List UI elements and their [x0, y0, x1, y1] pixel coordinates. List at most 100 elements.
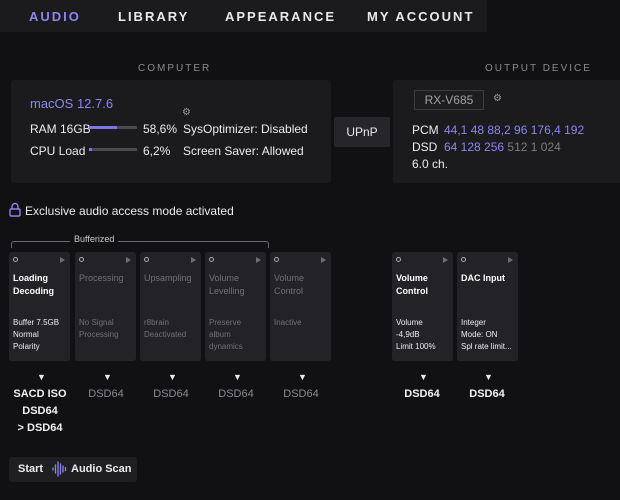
stage-format: DSD64	[136, 386, 206, 403]
pipeline-card[interactable]: Volume Levelling Preserve album dynamics	[205, 252, 266, 361]
bufferized-bracket	[11, 241, 269, 248]
card-detail-line: album	[209, 330, 231, 339]
card-detail-line: Polarity	[13, 342, 40, 351]
card-detail-line: Preserve	[209, 318, 242, 327]
card-title-line: Volume	[209, 273, 240, 283]
down-arrow-icon: ▼	[103, 372, 112, 382]
format-line: DSD64	[469, 388, 505, 400]
start-audio-scan-button[interactable]: Start Audio Scan	[9, 457, 137, 482]
pipeline-card[interactable]: Volume Control Inactive	[270, 252, 331, 361]
tab-appearance[interactable]: APPEARANCE	[225, 9, 336, 24]
format-line: SACD ISO	[13, 388, 67, 400]
pipeline-card[interactable]: Loading Decoding Buffer 7.5GB Normal Polarit…	[9, 252, 70, 361]
card-title: Volume Levelling	[209, 272, 245, 298]
upnp-button[interactable]: UPnP	[334, 117, 390, 147]
card-title: Upsampling	[144, 272, 192, 285]
tab-bar: AUDIO LIBRARY APPEARANCE MY ACCOUNT	[0, 0, 487, 32]
exclusive-mode-message: Exclusive audio access mode activated	[25, 204, 234, 218]
cpu-usage-value: 6,2%	[143, 144, 171, 158]
card-detail-line: Mode: ON	[461, 330, 498, 339]
stage-format: DSD64	[387, 386, 457, 403]
card-title-line: Control	[396, 286, 428, 296]
status-ring-icon	[79, 257, 84, 262]
card-detail-line: Limit 100%	[396, 342, 436, 351]
dsd-rates: 64 128 256 512 1 024	[444, 140, 561, 154]
bufferized-label: Bufferized	[70, 234, 119, 244]
dsd-label: DSD	[412, 140, 438, 154]
tab-my-account[interactable]: MY ACCOUNT	[367, 9, 474, 24]
computer-section-title: COMPUTER	[138, 63, 212, 74]
dsd-supported-rates: 64 128 256	[444, 140, 505, 154]
card-title: Volume Control	[396, 272, 428, 298]
ram-label: RAM 16GB	[30, 122, 91, 136]
pcm-label: PCM	[412, 123, 439, 137]
format-line: DSD64	[283, 388, 319, 400]
status-ring-icon	[209, 257, 214, 262]
down-arrow-icon: ▼	[484, 372, 493, 382]
down-arrow-icon: ▼	[233, 372, 242, 382]
format-line: DSD64	[153, 388, 189, 400]
card-detail-line: Processing	[79, 330, 119, 339]
card-title-line: Volume	[274, 273, 305, 283]
down-arrow-icon: ▼	[168, 372, 177, 382]
status-ring-icon	[144, 257, 149, 262]
play-icon	[256, 257, 261, 263]
card-title: Volume Control	[274, 272, 304, 298]
card-detail-line: -4,9dB	[396, 330, 420, 339]
down-arrow-icon: ▼	[37, 372, 46, 382]
stage-format: DSD64	[452, 386, 522, 403]
pipeline-card[interactable]: Processing No Signal Processing	[75, 252, 136, 361]
play-icon	[191, 257, 196, 263]
card-detail-line: Buffer 7.5GB	[13, 318, 60, 327]
card-detail-line: Normal	[13, 330, 39, 339]
card-title: DAC Input	[461, 272, 505, 285]
tab-audio[interactable]: AUDIO	[29, 9, 81, 24]
card-detail-line: Volume	[396, 318, 423, 327]
status-ring-icon	[274, 257, 279, 262]
card-details: Preserve album dynamics	[209, 317, 243, 353]
card-details: r8brain Deactivated	[144, 317, 186, 341]
card-detail-line: Inactive	[274, 318, 302, 327]
card-title-line: DAC Input	[461, 273, 505, 283]
output-device-selector[interactable]: RX-V685	[414, 90, 484, 110]
play-icon	[508, 257, 513, 263]
card-title-line: Control	[274, 286, 304, 296]
screensaver-status: Screen Saver: Allowed	[183, 144, 304, 158]
device-settings-gear-icon[interactable]: ⚙	[493, 93, 502, 104]
ram-usage-bar	[89, 126, 137, 129]
format-line: DSD64	[404, 388, 440, 400]
card-title-line: Processing	[79, 273, 124, 283]
card-title-line: Upsampling	[144, 273, 192, 283]
sysoptimizer-status: SysOptimizer: Disabled	[183, 122, 308, 136]
card-detail-line: dynamics	[209, 342, 243, 351]
lock-icon	[9, 202, 21, 222]
card-title: Loading Decoding	[13, 272, 54, 298]
card-detail-line: Deactivated	[144, 330, 187, 339]
card-detail-line: No Signal	[79, 318, 114, 327]
card-details: Integer Mode: ON Spl rate limit...	[461, 317, 512, 353]
down-arrow-icon: ▼	[419, 372, 428, 382]
cpu-usage-bar	[89, 148, 137, 151]
card-detail-line: Integer	[461, 318, 486, 327]
card-title-line: Levelling	[209, 286, 245, 296]
play-icon	[126, 257, 131, 263]
dsd-unsupported-rates: 512 1 024	[507, 140, 561, 154]
ram-usage-value: 58,6%	[143, 122, 178, 136]
pipeline-card[interactable]: Upsampling r8brain Deactivated	[140, 252, 201, 361]
down-arrow-icon: ▼	[298, 372, 307, 382]
card-title-line: Decoding	[13, 286, 55, 296]
audio-waveform-icon	[51, 460, 69, 483]
card-title-line: Loading	[13, 273, 48, 283]
status-ring-icon	[13, 257, 18, 262]
cpu-label: CPU Load	[30, 144, 86, 158]
computer-settings-gear-icon[interactable]: ⚙	[182, 107, 191, 118]
stage-format: DSD64	[266, 386, 336, 403]
format-line: > DSD64	[17, 422, 63, 434]
status-ring-icon	[396, 257, 401, 262]
pcm-rates: 44,1 48 88,2 96 176,4 192	[444, 123, 585, 137]
stage-format: DSD64	[71, 386, 141, 403]
card-details: No Signal Processing	[79, 317, 119, 341]
pipeline-card[interactable]: DAC Input Integer Mode: ON Spl rate limit..…	[457, 252, 518, 361]
tab-library[interactable]: LIBRARY	[118, 9, 189, 24]
pipeline-card[interactable]: Volume Control Volume -4,9dB Limit 100%	[392, 252, 453, 361]
